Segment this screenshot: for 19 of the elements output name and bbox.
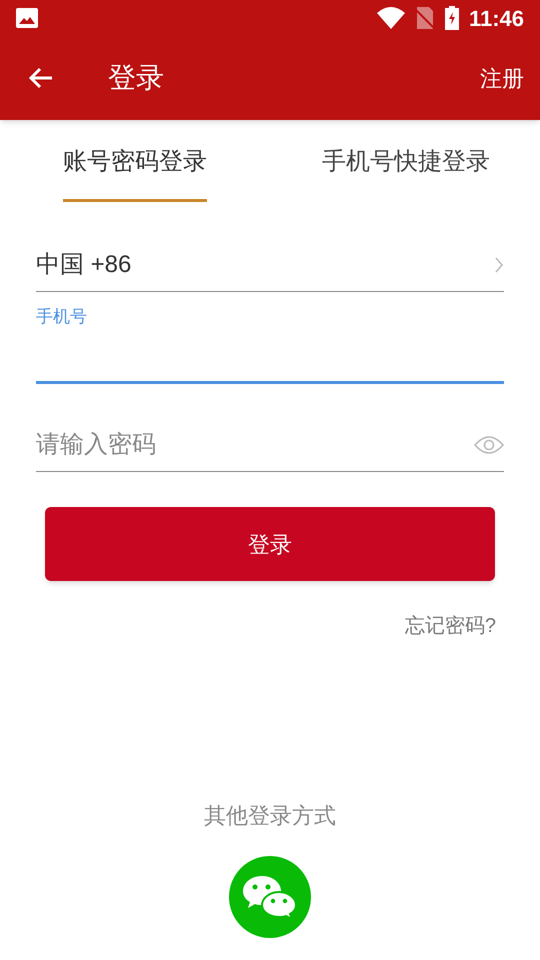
back-arrow-icon — [28, 66, 54, 90]
password-field[interactable]: 请输入密码 — [36, 418, 474, 471]
register-link[interactable]: 注册 — [480, 62, 524, 94]
tab[interactable]: 手机号快捷登录 — [322, 120, 490, 204]
battery-icon — [444, 6, 459, 30]
chat-bubbles-icon — [242, 874, 298, 920]
login-button[interactable]: 登录 — [45, 507, 495, 581]
other-login-label: 其他登录方式 — [204, 802, 336, 830]
wifi-icon — [376, 7, 405, 29]
phone-field[interactable]: 手机号 — [36, 304, 504, 384]
country-selector[interactable]: 中国 +86 — [36, 238, 504, 292]
image-icon — [16, 8, 38, 28]
chevron-right-icon — [494, 256, 504, 272]
no-sim-icon — [414, 7, 435, 29]
clock-time: 11:46 — [468, 4, 524, 32]
page-title: 登录 — [108, 61, 164, 95]
tab[interactable]: 账号密码登录 — [63, 120, 207, 204]
forgot-password-link[interactable]: 忘记密码? — [404, 611, 496, 641]
eye-icon[interactable] — [474, 434, 504, 454]
